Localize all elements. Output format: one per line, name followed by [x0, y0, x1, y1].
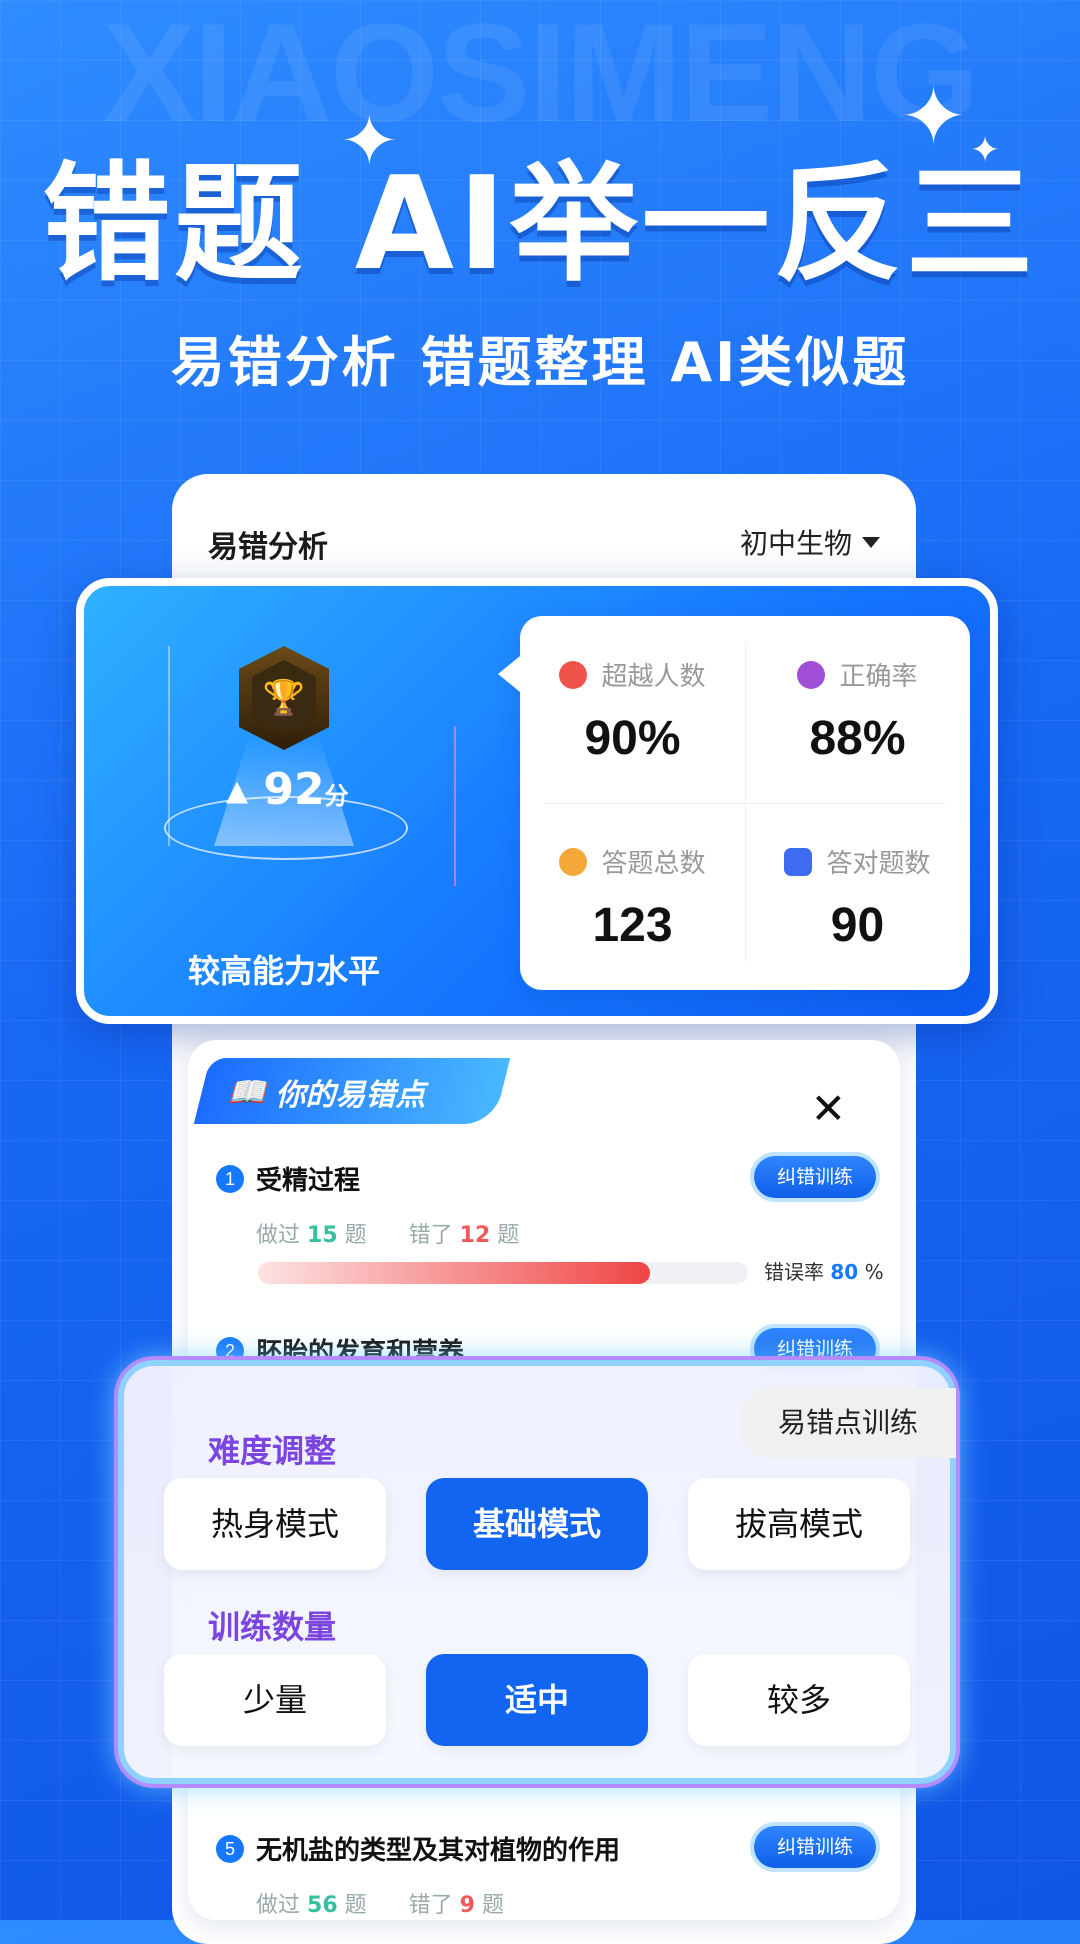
ability-level: 较高能力水平: [187, 952, 380, 990]
difficulty-option[interactable]: 拔高模式: [688, 1478, 910, 1570]
error-rate-fill: [258, 1262, 650, 1284]
quantity-option[interactable]: 较多: [688, 1654, 910, 1746]
close-icon[interactable]: ✕: [811, 1084, 846, 1133]
difficulty-option[interactable]: 热身模式: [164, 1478, 386, 1570]
list-item: 1 受精过程 纠错训练 做过 15 题 错了 12 题: [216, 1156, 876, 1249]
rank-icon: [559, 660, 588, 689]
modal-tab[interactable]: 易错点训练: [740, 1388, 956, 1458]
doc-check-icon: [784, 847, 813, 876]
panel-title: 易错分析: [208, 530, 328, 565]
decor-line: [168, 646, 170, 846]
item-counts: 做过 15 题 错了 12 题: [256, 1223, 520, 1248]
medal-icon: [559, 847, 588, 876]
stat-accuracy: 正确率 88%: [745, 616, 970, 803]
item-counts: 做过 56 题 错了 9 题: [256, 1893, 504, 1918]
item-index: 1: [216, 1164, 244, 1193]
training-settings-modal: 易错点训练 难度调整 热身模式 基础模式 拔高模式 训练数量 少量 适中 较多: [118, 1360, 956, 1784]
subject-label: 初中生物: [739, 527, 852, 560]
item-title: 受精过程: [256, 1166, 361, 1196]
score-card: 🏆 ▴ 92分 较高能力水平 超越人数 90% 正确率 88% 答题总数 123…: [76, 578, 998, 1024]
hero-title: 错题 AI举一反三: [42, 150, 1038, 299]
quantity-heading: 训练数量: [208, 1608, 337, 1646]
chevron-down-icon: [862, 536, 880, 548]
item-index: 5: [216, 1834, 244, 1863]
stat-total: 答题总数 123: [520, 803, 745, 990]
train-button[interactable]: 纠错训练: [754, 1156, 876, 1198]
error-rate: 错误率 80 %: [764, 1260, 884, 1284]
list-item: 5 无机盐的类型及其对植物的作用 纠错训练 做过 56 题 错了 9 题: [216, 1826, 876, 1919]
train-button[interactable]: 纠错训练: [754, 1826, 876, 1868]
subject-selector[interactable]: 初中生物: [740, 522, 880, 562]
quantity-option[interactable]: 少量: [164, 1654, 386, 1746]
score-summary: 🏆 ▴ 92分 较高能力水平: [124, 586, 456, 1016]
error-heading: 📖 你的易错点: [228, 1074, 426, 1114]
stats-box: 超越人数 90% 正确率 88% 答题总数 123 答对题数 90: [498, 616, 970, 990]
score-value: ▴ 92分: [226, 764, 349, 815]
book-icon: 📖: [228, 1074, 266, 1110]
stat-surpass: 超越人数 90%: [520, 616, 745, 803]
difficulty-option-selected[interactable]: 基础模式: [426, 1478, 648, 1570]
item-title: 无机盐的类型及其对植物的作用: [256, 1836, 621, 1866]
quantity-option-selected[interactable]: 适中: [426, 1654, 648, 1746]
difficulty-heading: 难度调整: [208, 1432, 337, 1470]
chart-icon: [797, 660, 826, 689]
hero-subtitle: 易错分析 错题整理 AI类似题: [170, 331, 910, 394]
stat-correct: 答对题数 90: [745, 803, 970, 990]
error-rate-bar: [258, 1262, 748, 1284]
trophy-badge-icon: 🏆: [239, 646, 329, 750]
decor-line: [454, 726, 456, 886]
